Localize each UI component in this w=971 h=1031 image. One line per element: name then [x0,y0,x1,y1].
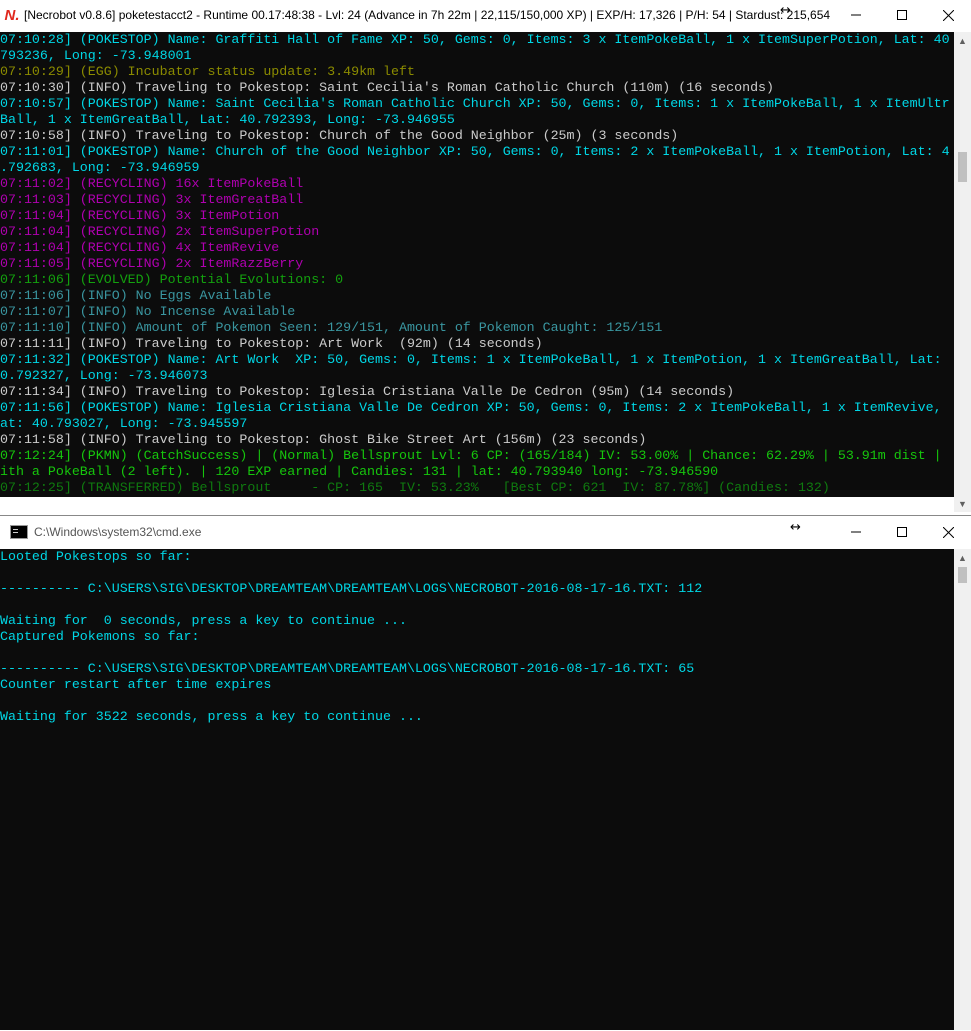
close-button[interactable] [925,516,971,548]
maximize-button[interactable] [879,0,925,30]
console-line: 07:10:30] (INFO) Traveling to Pokestop: … [0,80,775,95]
console-line: 07:11:32] (POKESTOP) Name: Art Work XP: … [0,352,942,367]
scroll-thumb[interactable] [958,567,967,583]
cmd-window-title: C:\Windows\system32\cmd.exe [34,525,202,539]
console-line: 07:11:56] (POKESTOP) Name: Iglesia Crist… [0,400,942,415]
minimize-icon [851,14,861,16]
console-line: 07:10:28] (POKESTOP) Name: Graffiti Hall… [0,32,950,47]
cmd-window: C:\Windows\system32\cmd.exe ↔ Looted Pok… [0,515,971,1031]
necrobot-window-controls [833,0,971,30]
console-line: 07:10:58] (INFO) Traveling to Pokestop: … [0,128,679,143]
scroll-up-icon[interactable]: ▲ [954,32,971,49]
scroll-up-icon[interactable]: ▲ [954,549,971,566]
console-line: ith a PokeBall (2 left). | 120 EXP earne… [0,464,719,479]
maximize-icon [897,527,907,537]
resize-cursor-icon: ↔ [780,3,791,18]
console-line: Waiting for 0 seconds, press a key to co… [0,613,407,628]
console-line: 793236, Long: -73.948001 [0,48,192,63]
necrobot-scrollbar[interactable]: ▲ ▼ [954,32,971,512]
console-line: 07:11:58] (INFO) Traveling to Pokestop: … [0,432,647,447]
console-line: 07:11:07] (INFO) No Incense Available [0,304,296,319]
minimize-button[interactable] [833,516,879,548]
console-line: 07:11:01] (POKESTOP) Name: Church of the… [0,144,950,159]
console-line: Ball, 1 x ItemGreatBall, Lat: 40.792393,… [0,112,455,127]
console-line: 07:11:34] (INFO) Traveling to Pokestop: … [0,384,735,399]
console-line: Captured Pokemons so far: [0,629,200,644]
console-line: 07:11:03] (RECYCLING) 3x ItemGreatBall [0,192,304,207]
cmd-window-controls [833,516,971,548]
scroll-down-icon[interactable]: ▼ [954,495,971,512]
close-icon [942,9,954,21]
console-line: 07:11:04] (RECYCLING) 2x ItemSuperPotion [0,224,320,239]
cmd-app-icon [10,525,28,539]
console-line: 07:12:24] (PKMN) (CatchSuccess) | (Norma… [0,448,942,463]
console-line: .792683, Long: -73.946959 [0,160,200,175]
scroll-thumb[interactable] [958,152,967,182]
cmd-scrollbar[interactable]: ▲ [954,549,971,1030]
console-line: 07:11:04] (RECYCLING) 3x ItemPotion [0,208,280,223]
minimize-button[interactable] [833,0,879,30]
necrobot-console-output[interactable]: 07:10:28] (POKESTOP) Name: Graffiti Hall… [0,32,954,497]
console-line: Looted Pokestops so far: [0,549,192,564]
console-line: Counter restart after time expires [0,677,272,692]
console-line: 07:10:29] (EGG) Incubator status update:… [0,64,415,79]
necrobot-logo-icon: N. [4,6,20,24]
minimize-icon [851,531,861,533]
console-line: ---------- C:\USERS\SIG\DESKTOP\DREAMTEA… [0,661,695,676]
console-line: 07:11:06] (EVOLVED) Potential Evolutions… [0,272,344,287]
close-button[interactable] [925,0,971,30]
resize-cursor-icon: ↔ [790,520,801,535]
console-line: 07:10:57] (POKESTOP) Name: Saint Cecilia… [0,96,950,111]
cmd-titlebar[interactable]: C:\Windows\system32\cmd.exe [0,516,971,548]
cmd-console-output[interactable]: Looted Pokestops so far: ---------- C:\US… [0,549,954,1030]
console-line: at: 40.793027, Long: -73.945597 [0,416,248,431]
console-line: 07:11:06] (INFO) No Eggs Available [0,288,272,303]
necrobot-window-title: [Necrobot v0.8.6] poketestacct2 - Runtim… [24,8,833,22]
maximize-button[interactable] [879,516,925,548]
console-line: ---------- C:\USERS\SIG\DESKTOP\DREAMTEA… [0,581,703,596]
console-line: 07:11:02] (RECYCLING) 16x ItemPokeBall [0,176,304,191]
necrobot-window: N. [Necrobot v0.8.6] poketestacct2 - Run… [0,0,971,515]
close-icon [942,526,954,538]
maximize-icon [897,10,907,20]
console-line: 07:12:25] (TRANSFERRED) Bellsprout - CP:… [0,480,830,495]
necrobot-titlebar[interactable]: N. [Necrobot v0.8.6] poketestacct2 - Run… [0,0,971,30]
console-line: 07:11:11] (INFO) Traveling to Pokestop: … [0,336,543,351]
console-line: 07:11:05] (RECYCLING) 2x ItemRazzBerry [0,256,304,271]
console-line: 07:11:10] (INFO) Amount of Pokemon Seen:… [0,320,663,335]
console-line: 0.792327, Long: -73.946073 [0,368,208,383]
console-line: 07:11:04] (RECYCLING) 4x ItemRevive [0,240,280,255]
console-line: Waiting for 3522 seconds, press a key to… [0,709,423,724]
